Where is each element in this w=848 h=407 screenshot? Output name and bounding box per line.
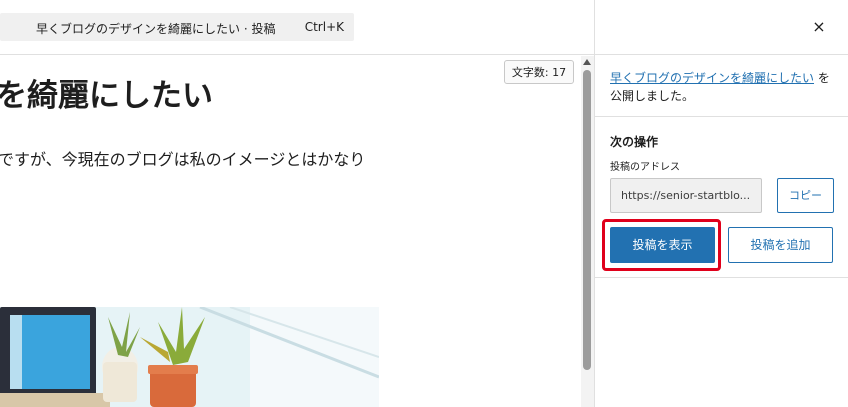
command-bar-shortcut: Ctrl+K xyxy=(304,20,344,34)
post-address-field[interactable]: https://senior-startblo... xyxy=(610,178,762,213)
next-steps-heading: 次の操作 xyxy=(610,135,659,149)
scrollbar-thumb[interactable] xyxy=(583,70,591,370)
published-message: 早くブログのデザインを綺麗にしたい を公開しました。 xyxy=(610,69,836,105)
editor-top-bar: 早くブログのデザインを綺麗にしたい · 投稿 Ctrl+K xyxy=(0,0,594,55)
post-address-label: 投稿のアドレス xyxy=(610,162,680,173)
post-paragraph[interactable]: ですが、今現在のブログは私のイメージとはかなり xyxy=(0,146,365,170)
command-palette-button[interactable]: 早くブログのデザインを綺麗にしたい · 投稿 Ctrl+K xyxy=(0,13,354,41)
post-title[interactable]: を綺麗にしたい xyxy=(0,70,213,115)
copy-address-button[interactable]: コピー xyxy=(777,178,834,213)
word-count-badge: 文字数: 17 xyxy=(504,60,574,84)
panel-header: × xyxy=(595,0,848,55)
panel-divider-bottom xyxy=(595,277,848,278)
close-icon[interactable]: × xyxy=(809,17,829,37)
published-text-suffix: を xyxy=(814,71,830,85)
command-bar-title: 早くブログのデザインを綺麗にしたい · 投稿 xyxy=(36,22,276,36)
post-publish-panel: × 早くブログのデザインを綺麗にしたい を公開しました。 次の操作 投稿のアドレ… xyxy=(594,0,848,407)
post-featured-illustration xyxy=(0,307,379,407)
add-new-post-button[interactable]: 投稿を追加 xyxy=(728,227,833,263)
panel-divider xyxy=(595,116,848,117)
published-post-link[interactable]: 早くブログのデザインを綺麗にしたい xyxy=(610,71,814,85)
view-post-button[interactable]: 投稿を表示 xyxy=(610,227,715,263)
scroll-up-arrow-icon[interactable] xyxy=(583,59,591,65)
illustration-image xyxy=(0,307,379,407)
published-text-line2: 公開しました。 xyxy=(610,89,695,103)
